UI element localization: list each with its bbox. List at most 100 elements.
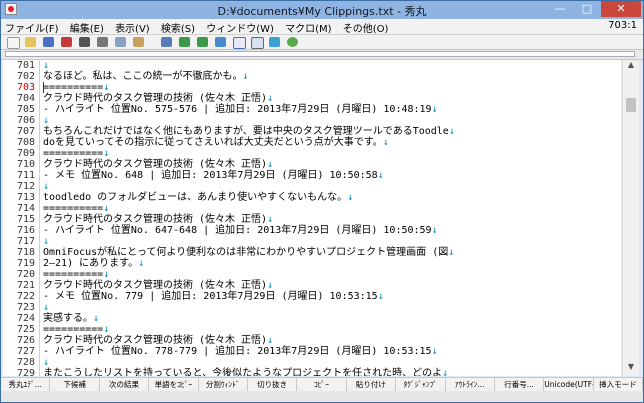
line-text: ==========↓ <box>43 203 109 214</box>
search-icon[interactable] <box>161 37 172 47</box>
scroll-thumb[interactable] <box>626 98 636 112</box>
editor-line[interactable]: 702 なるほど。私は、ここの統一が不徹底かも。↓ <box>3 71 621 82</box>
paste-icon[interactable] <box>133 37 144 47</box>
reload-icon[interactable] <box>61 37 72 47</box>
scroll-up-arrow-icon[interactable]: ▲ <box>623 60 639 74</box>
editor-line[interactable]: 708 doを見ていってその指示に従ってさえいれば大丈夫だという点が大事です。↓ <box>3 137 621 148</box>
editor-line[interactable]: 714 ==========↓ <box>3 203 621 214</box>
search-up-icon[interactable] <box>179 37 190 47</box>
line-text: 実感する。↓ <box>43 313 99 324</box>
menu-file[interactable]: ファイル(F) <box>1 19 63 35</box>
editor-line[interactable]: 704 クラウド時代のタスク管理の技術 (佐々木 正悟)↓ <box>3 93 621 104</box>
cut-icon[interactable] <box>97 37 108 47</box>
minimize-button[interactable]: — <box>547 1 573 17</box>
copy-icon[interactable] <box>115 37 126 47</box>
text-editor[interactable]: 701 ↓ 702 なるほど。私は、ここの統一が不徹底かも。↓ 703 =========… <box>3 60 621 376</box>
line-text: なるほど。私は、ここの統一が不徹底かも。↓ <box>43 71 249 82</box>
function-key-4[interactable]: 単語をｺﾋﾟｰ <box>149 378 199 391</box>
editor-line[interactable]: 716 - ハイライト 位置No. 647-648 | 追加日: 2013年7月2… <box>3 225 621 236</box>
function-key-6[interactable]: 切り抜き <box>248 378 298 391</box>
editor-line[interactable]: 721 クラウド時代のタスク管理の技術 (佐々木 正悟)↓ <box>3 280 621 291</box>
open-folder-icon[interactable] <box>25 37 36 47</box>
editor-line[interactable]: 724 実感する。↓ <box>3 313 621 324</box>
line-number: 713 <box>16 192 35 203</box>
editor-line[interactable]: 728 ↓ <box>3 357 621 368</box>
function-key-7[interactable]: ｺﾋﾟｰ <box>297 378 347 391</box>
newline-mark-icon: ↓ <box>43 236 50 247</box>
title-bar[interactable]: D:¥documents¥My Clippings.txt - 秀丸 — □ ✕ <box>1 1 643 19</box>
search-down-icon[interactable] <box>197 37 208 47</box>
line-content: ========== <box>43 269 104 280</box>
line-number: 702 <box>16 71 35 82</box>
editor-line[interactable]: 711 - メモ 位置No. 648 | 追加日: 2013年7月29日 (月曜日… <box>3 170 621 181</box>
file-tab[interactable] <box>5 51 635 57</box>
function-key-9[interactable]: ﾀｸﾞｼﾞｬﾝﾌﾟ <box>396 378 446 391</box>
function-key-10[interactable]: ｱｳﾄﾗｲﾝ... <box>446 378 495 391</box>
function-key-3[interactable]: 次の結果 <box>100 378 150 391</box>
editor-line[interactable]: 718 OmniFocusが私にとって何より便利なのは非常にわかりやすいプロジェク… <box>3 247 621 258</box>
compare-icon[interactable] <box>269 37 280 47</box>
save-icon[interactable] <box>43 37 54 47</box>
status-bar <box>1 391 643 402</box>
editor-line[interactable]: 726 クラウド時代のタスク管理の技術 (佐々木 正悟)↓ <box>3 335 621 346</box>
line-number: 709 <box>16 148 35 159</box>
editor-line[interactable]: 722 - メモ 位置No. 779 | 追加日: 2013年7月29日 (月曜日… <box>3 291 621 302</box>
newline-mark-icon: ↓ <box>43 302 50 313</box>
editor-line[interactable]: 705 - ハイライト 位置No. 575-576 | 追加日: 2013年7月2… <box>3 104 621 115</box>
line-content: 実感する。 <box>43 313 93 324</box>
editor-line[interactable]: 727 - ハイライト 位置No. 778-779 | 追加日: 2013年7月2… <box>3 346 621 357</box>
editor-line[interactable]: 723 ↓ <box>3 302 621 313</box>
function-key-11[interactable]: 行番号... <box>495 378 545 391</box>
line-text: ==========↓ <box>43 148 109 159</box>
maximize-button[interactable]: □ <box>574 1 600 17</box>
scroll-down-arrow-icon[interactable]: ▼ <box>623 362 639 376</box>
editor-line[interactable]: 712 ↓ <box>3 181 621 192</box>
line-number: 724 <box>16 313 35 324</box>
editor-line[interactable]: 706 ↓ <box>3 115 621 126</box>
menu-edit[interactable]: 編集(E) <box>66 19 108 35</box>
line-text: ↓ <box>43 181 49 192</box>
vertical-scrollbar[interactable]: ▲ ▼ <box>622 60 639 376</box>
function-key-13[interactable]: 挿入モード <box>594 378 644 391</box>
editor-line[interactable]: 701 ↓ <box>3 60 621 71</box>
editor-line[interactable]: 720 ==========↓ <box>3 269 621 280</box>
line-number: 728 <box>16 357 35 368</box>
editor-line[interactable]: 710 クラウド時代のタスク管理の技術 (佐々木 正悟)↓ <box>3 159 621 170</box>
menu-search[interactable]: 検索(S) <box>157 19 199 35</box>
line-number: 711 <box>16 170 35 181</box>
editor-line[interactable]: 725 ==========↓ <box>3 324 621 335</box>
editor-line[interactable]: 713 toodledo のフォルダビューは、あんまり使いやすくないもんな。↓ <box>3 192 621 203</box>
menu-view[interactable]: 表示(V) <box>111 19 154 35</box>
replace-icon[interactable] <box>215 37 226 47</box>
undo-icon[interactable] <box>79 37 90 47</box>
line-number: 721 <box>16 280 35 291</box>
editor-line[interactable]: 707 もちろんこれだけではなく他にもありますが、要は中央のタスク管理ツールである… <box>3 126 621 137</box>
line-text: ↓ <box>43 302 49 313</box>
new-file-icon[interactable] <box>7 37 20 49</box>
menu-window[interactable]: ウィンドウ(W) <box>202 19 278 35</box>
editor-line[interactable]: 719 2―21) にあります。↓ <box>3 258 621 269</box>
editor-line[interactable]: 717 ↓ <box>3 236 621 247</box>
function-key-12[interactable]: Unicode(UTF-8) <box>544 378 594 391</box>
editor-line[interactable]: 709 ==========↓ <box>3 148 621 159</box>
line-number: 718 <box>16 247 35 258</box>
function-key-2[interactable]: 下候補 <box>50 378 100 391</box>
function-key-8[interactable]: 貼り付け <box>347 378 397 391</box>
function-key-1[interactable]: 秀丸ｴﾃﾞ... <box>1 378 51 391</box>
editor-line[interactable]: 715 クラウド時代のタスク管理の技術 (佐々木 正悟)↓ <box>3 214 621 225</box>
line-content: doを見ていってその指示に従ってさえいれば大丈夫だという点が大事です。 <box>43 137 383 148</box>
help-icon[interactable] <box>287 37 298 47</box>
line-text: もちろんこれだけではなく他にもありますが、要は中央のタスク管理ツールであるToo… <box>43 126 455 137</box>
function-key-5[interactable]: 分割ｳｨﾝﾄﾞ <box>199 378 248 391</box>
close-button[interactable]: ✕ <box>601 1 641 17</box>
editor-line[interactable]: 729 またこうしたリストを持っていると、今後似たようなプロジェクトを任された時、… <box>3 368 621 376</box>
editor-line[interactable]: 703 ==========↓ <box>3 82 621 93</box>
menu-other[interactable]: その他(O) <box>339 19 393 35</box>
grep-icon[interactable] <box>233 37 246 49</box>
line-content: ========== <box>43 148 104 159</box>
menu-macro[interactable]: マクロ(M) <box>281 19 335 35</box>
line-number: 725 <box>16 324 35 335</box>
window-icon[interactable] <box>251 37 264 49</box>
line-number: 710 <box>16 159 35 170</box>
line-number: 708 <box>16 137 35 148</box>
